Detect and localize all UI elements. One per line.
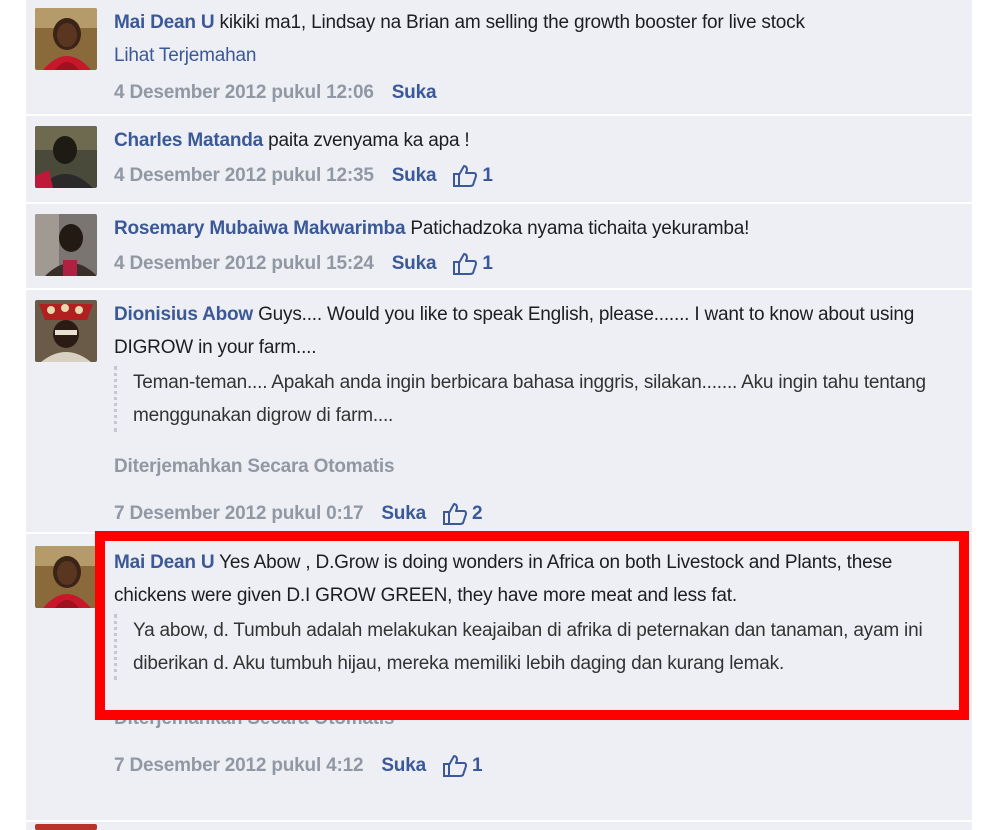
- comment-content: Mai Dean U Yes Abow , D.Grow is doing wo…: [114, 546, 956, 782]
- like-button[interactable]: Suka: [392, 76, 437, 109]
- comment-3: Rosemary Mubaiwa Makwarimba Patichadzoka…: [26, 204, 972, 290]
- like-button[interactable]: Suka: [381, 497, 426, 530]
- avatar[interactable]: [35, 824, 97, 830]
- comment-meta: 4 Desember 2012 pukul 12:35 Suka 1: [114, 159, 956, 192]
- like-count-value: 2: [471, 503, 483, 524]
- comment-4: Dionisius Abow Guys.... Would you like t…: [26, 290, 972, 534]
- comment-text: kikiki ma1, Lindsay na Brian am selling …: [219, 12, 805, 33]
- comment-content: Rosemary Mubaiwa Makwarimba Patichadzoka…: [114, 212, 956, 280]
- thumbs-up-icon: [453, 252, 478, 275]
- comment-meta: 7 Desember 2012 pukul 0:17 Suka 2: [114, 497, 956, 530]
- like-count-value: 1: [482, 253, 493, 274]
- comment-author[interactable]: Rosemary Mubaiwa Makwarimba: [114, 218, 406, 239]
- comment-2: Charles Matanda paita zvenyama ka apa ! …: [26, 116, 972, 204]
- auto-translated-label: Diterjemahkan Secara Otomatis: [114, 456, 395, 477]
- like-count[interactable]: 2: [442, 497, 483, 530]
- comment-thread: Mai Dean U kikiki ma1, Lindsay na Brian …: [26, 0, 972, 830]
- like-count[interactable]: 1: [452, 247, 493, 280]
- page: Mai Dean U kikiki ma1, Lindsay na Brian …: [0, 0, 1000, 830]
- translation-block: Teman-teman.... Apakah anda ingin berbic…: [114, 366, 956, 432]
- avatar[interactable]: [35, 126, 97, 188]
- comment-author[interactable]: Charles Matanda: [114, 130, 263, 151]
- comment-meta: 7 Desember 2012 pukul 4:12 Suka 1: [114, 749, 956, 782]
- comment-content: Charles Matanda paita zvenyama ka apa ! …: [114, 124, 956, 192]
- comment-content: Dionisius Abow Guys.... Would you like t…: [114, 298, 956, 530]
- comment-5: Mai Dean U Yes Abow , D.Grow is doing wo…: [26, 534, 972, 822]
- like-count[interactable]: 1: [452, 159, 493, 192]
- like-count[interactable]: 1: [442, 749, 483, 782]
- avatar[interactable]: [35, 300, 97, 362]
- comment-timestamp[interactable]: 4 Desember 2012 pukul 12:06: [114, 76, 374, 109]
- like-count-value: 1: [471, 755, 483, 776]
- like-button[interactable]: Suka: [392, 247, 437, 280]
- translation-block: Ya abow, d. Tumbuh adalah melakukan keaj…: [114, 614, 956, 680]
- see-translation-link[interactable]: Lihat Terjemahan: [114, 39, 956, 72]
- thumbs-up-icon: [442, 502, 467, 525]
- comment-author[interactable]: Dionisius Abow: [114, 304, 253, 325]
- comment-author[interactable]: Mai Dean U: [114, 552, 215, 573]
- comment-timestamp[interactable]: 4 Desember 2012 pukul 15:24: [114, 247, 374, 280]
- like-button[interactable]: Suka: [381, 749, 426, 782]
- comment-text: Patichadzoka nyama tichaita yekuramba!: [410, 218, 750, 239]
- comment-1: Mai Dean U kikiki ma1, Lindsay na Brian …: [26, 0, 972, 116]
- comment-content: Mai Dean U kikiki ma1, Lindsay na Brian …: [114, 6, 956, 109]
- comment-author[interactable]: Mai Dean U: [114, 12, 215, 33]
- thumbs-up-icon: [442, 754, 467, 777]
- avatar[interactable]: [35, 214, 97, 276]
- comment-text: paita zvenyama ka apa !: [268, 130, 470, 151]
- comment-timestamp[interactable]: 7 Desember 2012 pukul 4:12: [114, 749, 364, 782]
- comment-text: Yes Abow , D.Grow is doing wonders in Af…: [114, 552, 893, 606]
- comment-meta: 4 Desember 2012 pukul 15:24 Suka 1: [114, 247, 956, 280]
- like-button[interactable]: Suka: [392, 159, 437, 192]
- comment-timestamp[interactable]: 4 Desember 2012 pukul 12:35: [114, 159, 374, 192]
- comment-meta: 4 Desember 2012 pukul 12:06 Suka: [114, 76, 956, 109]
- auto-translated-label: Diterjemahkan Secara Otomatis: [114, 708, 395, 729]
- thumbs-up-icon: [453, 164, 478, 187]
- avatar[interactable]: [35, 8, 97, 70]
- avatar[interactable]: [35, 546, 97, 608]
- like-count-value: 1: [482, 165, 493, 186]
- comment-timestamp[interactable]: 7 Desember 2012 pukul 0:17: [114, 497, 364, 530]
